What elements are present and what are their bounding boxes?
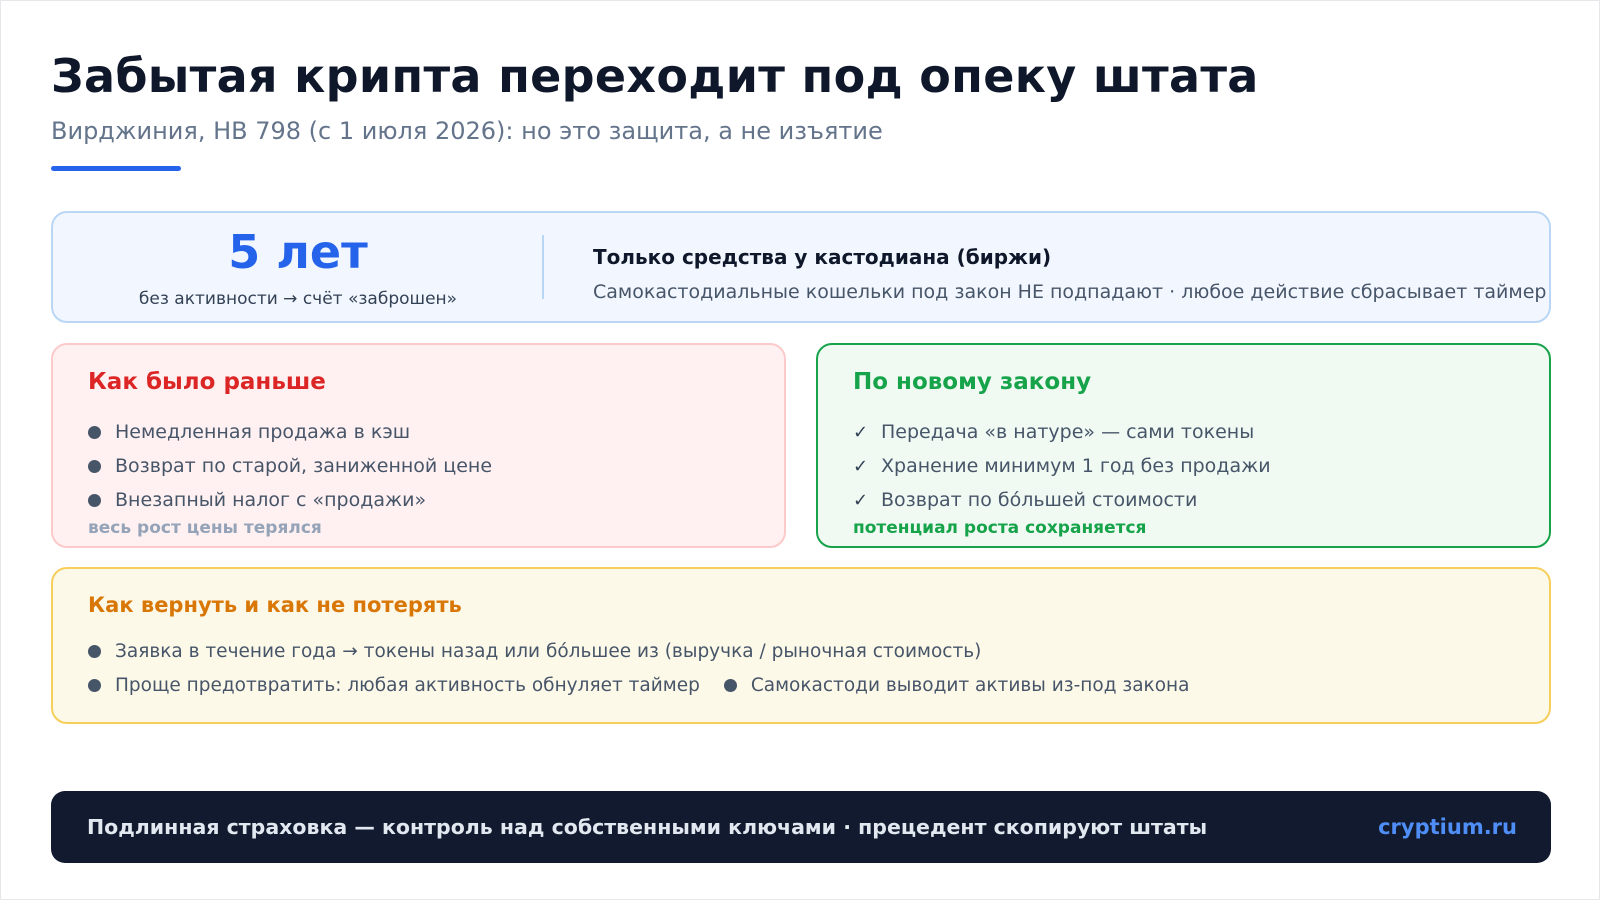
- list-item-text: Возврат по старой, заниженной цене: [115, 455, 493, 477]
- list-item: Возврат по старой, заниженной цене: [88, 449, 492, 483]
- how-to-card: Как вернуть и как не потерять Заявка в т…: [51, 567, 1551, 724]
- list-item: Немедленная продажа в кэш: [88, 415, 492, 449]
- stat-scope-title: Только средства у кастодиана (биржи): [593, 245, 1052, 269]
- stat-caption: без активности → счёт «заброшен»: [138, 289, 458, 309]
- bullet-icon: [723, 679, 737, 692]
- stat-card: 5 лет без активности → счёт «заброшен» Т…: [51, 211, 1551, 323]
- footer-brand: cryptium.ru: [1378, 815, 1517, 839]
- new-law-footnote: потенциал роста сохраняется: [853, 518, 1147, 538]
- list-item-text: Заявка в течение года → токены назад или…: [115, 641, 982, 662]
- stat-highlight: 5 лет без активности → счёт «заброшен»: [53, 213, 543, 321]
- list-item: ✓ Возврат по бóльшей стоимости: [853, 483, 1271, 517]
- list-item-text: Передача «в натуре» — сами токены: [881, 421, 1255, 443]
- old-law-card: Как было раньше Немедленная продажа в кэ…: [51, 343, 786, 548]
- list-item-text: Проще предотвратить: любая активность об…: [115, 675, 700, 696]
- list-item-text: Возврат по бóльшей стоимости: [881, 489, 1198, 511]
- page-subtitle: Вирджиния, HB 798 (с 1 июля 2026): но эт…: [51, 117, 883, 145]
- footer-tagline: Подлинная страховка — контроль над собст…: [87, 815, 1208, 839]
- page-title: Забытая крипта переходит под опеку штата: [51, 49, 1259, 103]
- footer-bar: Подлинная страховка — контроль над собст…: [51, 791, 1551, 863]
- checkmark-icon: ✓: [853, 421, 869, 443]
- bullet-icon: [88, 645, 101, 658]
- checkmark-icon: ✓: [853, 455, 869, 477]
- old-law-title: Как было раньше: [88, 369, 326, 395]
- how-to-row: Заявка в течение года → токены назад или…: [88, 641, 981, 662]
- list-item-text: Внезапный налог с «продажи»: [115, 489, 427, 511]
- list-item: ✓ Передача «в натуре» — сами токены: [853, 415, 1271, 449]
- list-item-text: Самокастоди выводит активы из-под закона: [750, 675, 1190, 696]
- how-to-row: Проще предотвратить: любая активность об…: [88, 675, 1189, 696]
- list-item-text: Хранение минимум 1 год без продажи: [881, 455, 1271, 477]
- bullet-icon: [88, 425, 101, 439]
- new-law-card: По новому закону ✓ Передача «в натуре» —…: [816, 343, 1551, 548]
- title-accent-line: [51, 166, 181, 171]
- bullet-icon: [88, 493, 101, 507]
- list-item: Внезапный налог с «продажи»: [88, 483, 492, 517]
- slide-frame: Забытая крипта переходит под опеку штата…: [0, 0, 1600, 900]
- how-to-title: Как вернуть и как не потерять: [88, 593, 462, 617]
- old-law-footnote: весь рост цены терялся: [88, 518, 322, 538]
- stat-number: 5 лет: [228, 225, 368, 279]
- bullet-icon: [88, 679, 101, 692]
- new-law-list: ✓ Передача «в натуре» — сами токены ✓ Хр…: [853, 415, 1271, 517]
- list-item: ✓ Хранение минимум 1 год без продажи: [853, 449, 1271, 483]
- new-law-title: По новому закону: [853, 369, 1092, 395]
- list-item-text: Немедленная продажа в кэш: [115, 421, 411, 443]
- stat-scope-text: Самокастодиальные кошельки под закон НЕ …: [593, 281, 1547, 303]
- old-law-list: Немедленная продажа в кэш Возврат по ста…: [88, 415, 492, 517]
- bullet-icon: [88, 459, 101, 473]
- checkmark-icon: ✓: [853, 489, 869, 511]
- stat-divider: [542, 235, 544, 299]
